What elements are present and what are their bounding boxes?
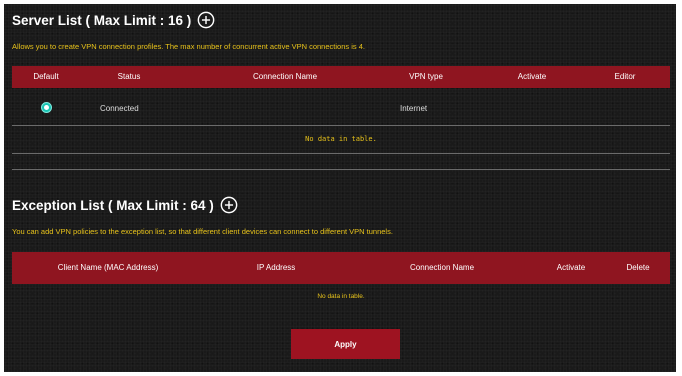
col-connection-name: Connection Name xyxy=(252,72,318,81)
radio-dot xyxy=(44,105,49,110)
section-divider xyxy=(12,169,670,170)
server-row-status: Connected xyxy=(100,104,139,113)
col-ip-address: IP Address xyxy=(256,263,296,272)
exception-list-header: Client Name (MAC Address) IP Address Con… xyxy=(12,252,670,284)
col-vpn-type: VPN type xyxy=(409,72,443,81)
exception-list-description: You can add VPN policies to the exceptio… xyxy=(12,227,393,236)
col-client-name: Client Name (MAC Address) xyxy=(57,263,159,272)
server-list-header: Default Status Connection Name VPN type … xyxy=(12,66,670,88)
server-row-vpn-type: Internet xyxy=(400,104,428,113)
row-divider xyxy=(12,125,670,126)
exception-list-title: Exception List ( Max Limit : 64 ) xyxy=(12,197,214,213)
server-list-description: Allows you to create VPN connection prof… xyxy=(12,42,365,51)
col-default: Default xyxy=(33,72,59,81)
col-exception-connection-name: Connection Name xyxy=(409,263,475,272)
exception-list-title-row: Exception List ( Max Limit : 64 ) xyxy=(12,196,238,214)
server-list-title: Server List ( Max Limit : 16 ) xyxy=(12,12,192,28)
server-list-no-data: No data in table. xyxy=(305,135,377,143)
col-exception-activate: Activate xyxy=(556,263,586,272)
apply-button[interactable]: Apply xyxy=(291,329,400,359)
exception-list-no-data: No data in table. xyxy=(317,293,365,300)
table-divider xyxy=(12,153,670,154)
col-delete: Delete xyxy=(626,263,650,272)
default-radio-selected-icon[interactable] xyxy=(41,102,52,113)
add-exception-plus-circle-icon[interactable] xyxy=(220,196,238,214)
col-editor: Editor xyxy=(614,72,636,81)
add-server-plus-circle-icon[interactable] xyxy=(197,11,215,29)
col-status: Status xyxy=(117,72,141,81)
vpn-fusion-panel: Server List ( Max Limit : 16 ) Allows yo… xyxy=(4,4,676,372)
col-activate: Activate xyxy=(517,72,547,81)
server-list-title-row: Server List ( Max Limit : 16 ) xyxy=(12,11,215,29)
